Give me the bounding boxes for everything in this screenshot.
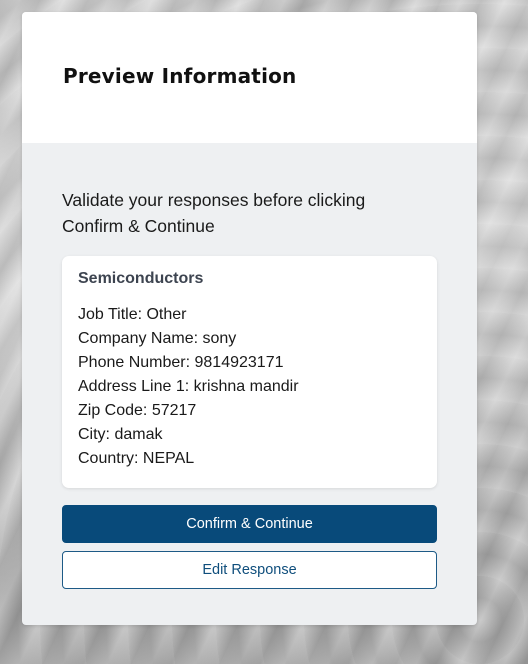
modal-title: Preview Information bbox=[63, 64, 297, 88]
preview-modal: Preview Information Validate your respon… bbox=[22, 12, 477, 625]
field-job-title: Job Title: Other bbox=[78, 306, 187, 323]
field-phone-number: Phone Number: 9814923171 bbox=[78, 354, 284, 371]
modal-header: Preview Information bbox=[22, 12, 477, 143]
field-zip-code: Zip Code: 57217 bbox=[78, 402, 197, 419]
response-summary-card: Semiconductors Job Title: Other Company … bbox=[62, 256, 437, 488]
field-country: Country: NEPAL bbox=[78, 450, 195, 467]
instructions-text: Validate your responses before clicking … bbox=[62, 190, 366, 236]
edit-response-button[interactable]: Edit Response bbox=[62, 551, 437, 589]
field-address-line-1: Address Line 1: krishna mandir bbox=[78, 378, 299, 395]
summary-card-title: Semiconductors bbox=[78, 270, 204, 287]
modal-body: Validate your responses before clicking … bbox=[22, 143, 477, 589]
field-city: City: damak bbox=[78, 426, 163, 443]
confirm-continue-button[interactable]: Confirm & Continue bbox=[62, 505, 437, 543]
field-company-name: Company Name: sony bbox=[78, 330, 237, 347]
